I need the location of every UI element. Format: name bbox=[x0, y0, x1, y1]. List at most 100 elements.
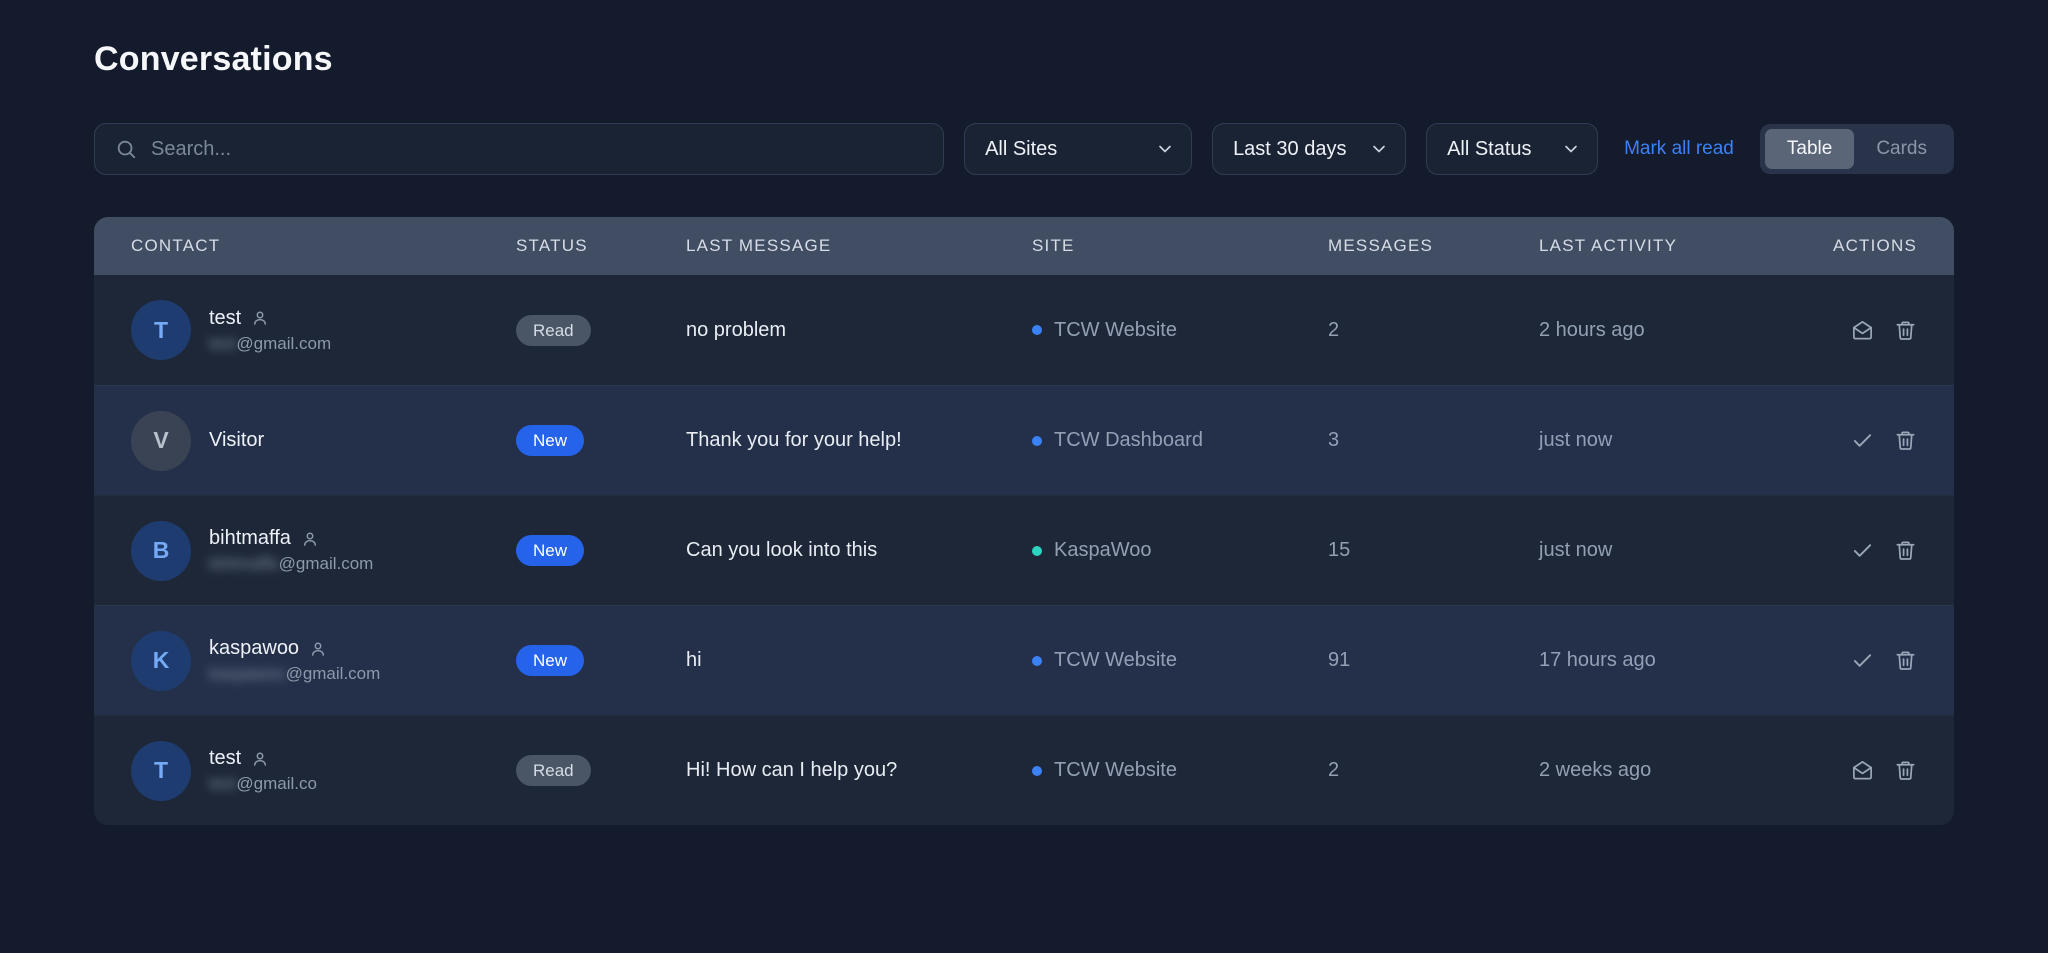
site-dot bbox=[1032, 546, 1042, 556]
site-dot bbox=[1032, 656, 1042, 666]
table-row[interactable]: K kaspawoo kaspawoo@gmail.com New hi TCW… bbox=[94, 605, 1954, 715]
avatar: T bbox=[131, 300, 191, 360]
table-row[interactable]: B bihtmaffa bihtmaffa@gmail.com New Can … bbox=[94, 495, 1954, 605]
site-dot bbox=[1032, 436, 1042, 446]
message-count: 2 bbox=[1328, 759, 1539, 782]
email-redacted: test bbox=[209, 774, 236, 793]
actions-cell bbox=[1851, 539, 1917, 562]
mail-icon[interactable] bbox=[1851, 319, 1874, 342]
filter-status-value: All Status bbox=[1447, 138, 1531, 161]
contact-cell: K kaspawoo kaspawoo@gmail.com bbox=[131, 631, 516, 691]
contact-name: Visitor bbox=[209, 429, 264, 452]
message-count: 3 bbox=[1328, 429, 1539, 452]
contact-cell: T test test@gmail.co bbox=[131, 741, 516, 801]
column-header-messages: MESSAGES bbox=[1328, 236, 1539, 256]
last-message: Hi! How can I help you? bbox=[686, 759, 1032, 782]
status-badge: New bbox=[516, 645, 584, 676]
table-row[interactable]: T test test@gmail.com Read no problem TC… bbox=[94, 275, 1954, 385]
last-activity: just now bbox=[1539, 429, 1819, 452]
page-title: Conversations bbox=[94, 40, 1954, 79]
contact-name: test bbox=[209, 747, 241, 770]
site-name: TCW Website bbox=[1054, 759, 1177, 782]
avatar: T bbox=[131, 741, 191, 801]
site-name: KaspaWoo bbox=[1054, 539, 1151, 562]
last-message: Can you look into this bbox=[686, 539, 1032, 562]
message-count: 2 bbox=[1328, 319, 1539, 342]
site-cell: TCW Website bbox=[1032, 759, 1328, 782]
status-badge: Read bbox=[516, 755, 591, 786]
contact-cell: T test test@gmail.com bbox=[131, 300, 516, 360]
filter-daterange-select[interactable]: Last 30 days bbox=[1212, 123, 1406, 175]
check-icon[interactable] bbox=[1851, 649, 1874, 672]
email-domain: @gmail.com bbox=[279, 554, 374, 573]
email-redacted: kaspawoo bbox=[209, 664, 286, 683]
column-header-last-message: LAST MESSAGE bbox=[686, 236, 1032, 256]
view-toggle-table[interactable]: Table bbox=[1765, 129, 1854, 169]
check-icon[interactable] bbox=[1851, 539, 1874, 562]
filter-sites-select[interactable]: All Sites bbox=[964, 123, 1192, 175]
contact-email: bihtmaffa@gmail.com bbox=[209, 554, 373, 574]
table-row[interactable]: V Visitor New Thank you for your help! T… bbox=[94, 385, 1954, 495]
message-count: 91 bbox=[1328, 649, 1539, 672]
last-activity: just now bbox=[1539, 539, 1819, 562]
view-toggle: Table Cards bbox=[1760, 124, 1954, 174]
status-badge: New bbox=[516, 535, 584, 566]
actions-cell bbox=[1851, 759, 1917, 782]
mail-icon[interactable] bbox=[1851, 759, 1874, 782]
trash-icon[interactable] bbox=[1894, 319, 1917, 342]
contact-email: test@gmail.com bbox=[209, 334, 331, 354]
trash-icon[interactable] bbox=[1894, 429, 1917, 452]
column-header-contact: CONTACT bbox=[131, 236, 516, 256]
email-domain: @gmail.com bbox=[236, 334, 331, 353]
filter-daterange-value: Last 30 days bbox=[1233, 138, 1346, 161]
column-header-last-activity: LAST ACTIVITY bbox=[1539, 236, 1819, 256]
trash-icon[interactable] bbox=[1894, 539, 1917, 562]
site-dot bbox=[1032, 766, 1042, 776]
last-activity: 2 hours ago bbox=[1539, 319, 1819, 342]
trash-icon[interactable] bbox=[1894, 759, 1917, 782]
contact-name: test bbox=[209, 307, 241, 330]
site-cell: TCW Dashboard bbox=[1032, 429, 1328, 452]
search-box[interactable] bbox=[94, 123, 944, 175]
site-name: TCW Website bbox=[1054, 319, 1177, 342]
last-message: hi bbox=[686, 649, 1032, 672]
status-badge: Read bbox=[516, 315, 591, 346]
site-cell: KaspaWoo bbox=[1032, 539, 1328, 562]
column-header-status: STATUS bbox=[516, 236, 686, 256]
email-redacted: bihtmaffa bbox=[209, 554, 279, 573]
person-icon bbox=[251, 309, 269, 327]
check-icon[interactable] bbox=[1851, 429, 1874, 452]
message-count: 15 bbox=[1328, 539, 1539, 562]
search-icon bbox=[115, 138, 137, 160]
chevron-down-icon bbox=[1155, 139, 1175, 159]
table-body: T test test@gmail.com Read no problem TC… bbox=[94, 275, 1954, 825]
chevron-down-icon bbox=[1561, 139, 1581, 159]
column-header-site: SITE bbox=[1032, 236, 1328, 256]
table-row[interactable]: T test test@gmail.co Read Hi! How can I … bbox=[94, 715, 1954, 825]
actions-cell bbox=[1851, 319, 1917, 342]
filter-status-select[interactable]: All Status bbox=[1426, 123, 1598, 175]
actions-cell bbox=[1851, 429, 1917, 452]
contact-email: kaspawoo@gmail.com bbox=[209, 664, 380, 684]
trash-icon[interactable] bbox=[1894, 649, 1917, 672]
contact-cell: V Visitor bbox=[131, 411, 516, 471]
avatar: K bbox=[131, 631, 191, 691]
email-domain: @gmail.com bbox=[286, 664, 381, 683]
avatar: V bbox=[131, 411, 191, 471]
person-icon bbox=[251, 750, 269, 768]
filter-sites-value: All Sites bbox=[985, 138, 1057, 161]
mark-all-read-link[interactable]: Mark all read bbox=[1624, 138, 1734, 160]
contact-name: bihtmaffa bbox=[209, 527, 291, 550]
site-cell: TCW Website bbox=[1032, 319, 1328, 342]
search-input[interactable] bbox=[151, 138, 923, 161]
contact-cell: B bihtmaffa bihtmaffa@gmail.com bbox=[131, 521, 516, 581]
chevron-down-icon bbox=[1369, 139, 1389, 159]
toolbar: All Sites Last 30 days All Status Mark a… bbox=[94, 123, 1954, 175]
person-icon bbox=[301, 530, 319, 548]
site-cell: TCW Website bbox=[1032, 649, 1328, 672]
site-name: TCW Dashboard bbox=[1054, 429, 1203, 452]
view-toggle-cards[interactable]: Cards bbox=[1854, 129, 1949, 169]
last-activity: 17 hours ago bbox=[1539, 649, 1819, 672]
actions-cell bbox=[1851, 649, 1917, 672]
conversations-page: Conversations All Sites Last 30 days All… bbox=[0, 0, 2048, 855]
